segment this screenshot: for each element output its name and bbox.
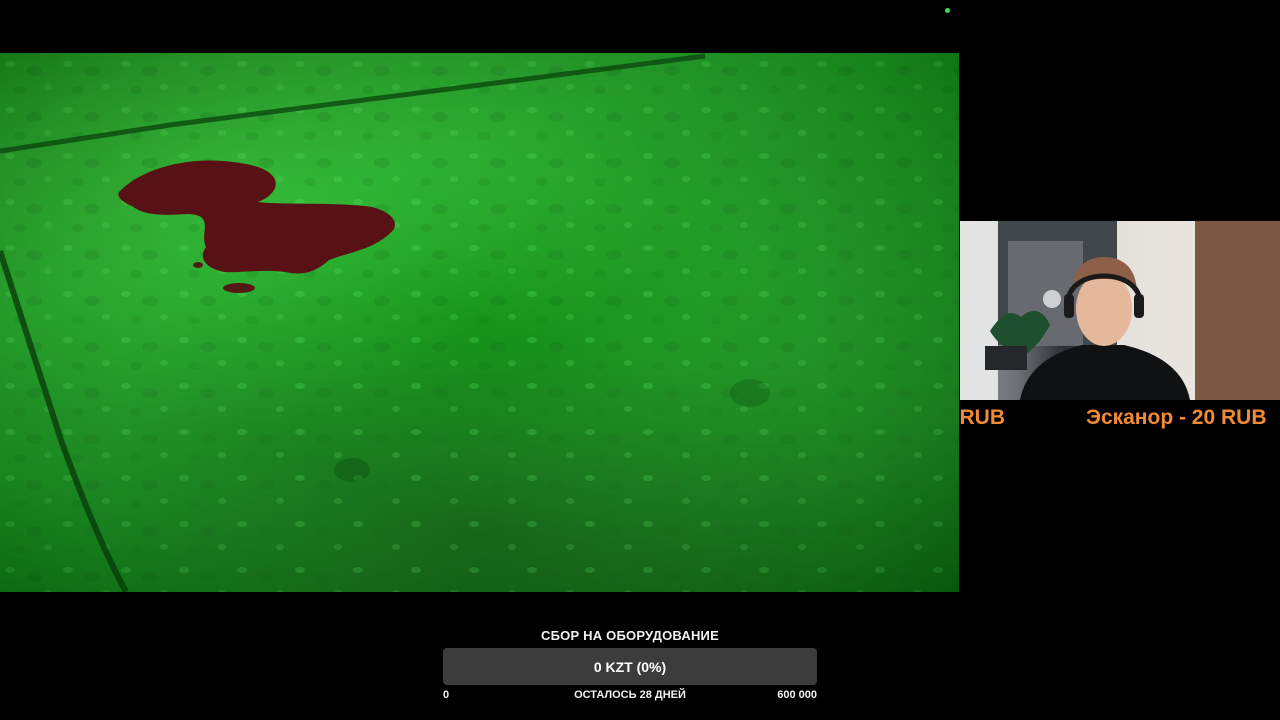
person-face — [1076, 272, 1132, 346]
floor-mark — [730, 379, 770, 407]
donation-ticker: 0 RUB Эсканор - 20 RUB — [960, 405, 1280, 435]
donation-goal-current: 0 KZT (0%) — [593, 658, 667, 675]
floor-mark — [334, 458, 370, 482]
headphones-right — [1134, 294, 1144, 318]
blood-drop — [223, 283, 255, 293]
flower-pot — [985, 346, 1027, 370]
game-video-frame — [0, 53, 959, 592]
wooden-wall — [1195, 221, 1280, 400]
floor-shading — [0, 53, 959, 592]
blood-drop-small — [193, 262, 203, 268]
streamer-webcam — [960, 221, 1280, 400]
green-floor-scene — [0, 53, 959, 592]
webcam-scene — [960, 221, 1280, 400]
donation-goal-max: 600 000 — [777, 689, 817, 701]
donation-ticker-right: Эсканор - 20 RUB — [1086, 406, 1267, 429]
headphones-left — [1064, 294, 1074, 318]
lamp-reflection — [1043, 290, 1061, 308]
donation-goal-progress-bar: 0 KZT (0%) — [443, 648, 817, 685]
donation-goal-title: СБОР НА ОБОРУДОВАНИЕ — [541, 628, 719, 643]
donation-ticker-left: 0 RUB — [960, 406, 1006, 429]
status-dot — [945, 8, 950, 13]
window-light — [960, 221, 998, 400]
